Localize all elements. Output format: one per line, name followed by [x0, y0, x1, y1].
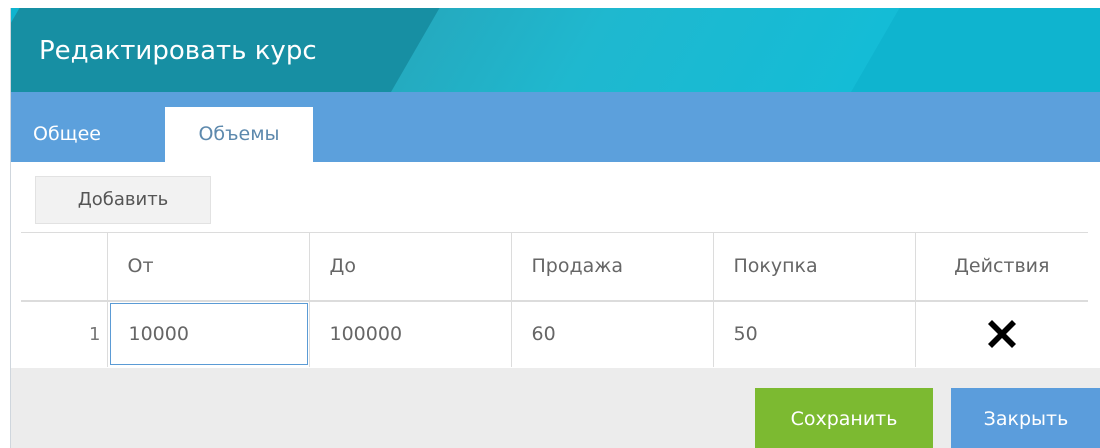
- add-button[interactable]: Добавить: [35, 176, 211, 224]
- close-button[interactable]: Закрыть: [951, 388, 1100, 448]
- tab-volumes[interactable]: Объемы: [165, 107, 313, 162]
- column-header-number: [21, 233, 107, 301]
- from-cell: [106, 300, 309, 367]
- column-header-actions: Действия: [914, 232, 1088, 301]
- tab-bar: Общее Объемы: [11, 92, 1100, 162]
- tab-general[interactable]: Общее: [11, 107, 123, 162]
- from-input[interactable]: [109, 303, 308, 365]
- column-header-buy: Покупка: [712, 232, 915, 301]
- delete-icon[interactable]: [986, 318, 1018, 350]
- to-cell[interactable]: 100000: [308, 300, 511, 367]
- column-header-from: От: [106, 232, 309, 301]
- column-header-sell: Продажа: [510, 232, 713, 301]
- dialog-footer: Сохранить Закрыть: [11, 368, 1100, 448]
- dialog-header: Редактировать курс: [11, 8, 1100, 92]
- buy-cell[interactable]: 50: [712, 300, 915, 367]
- header-decor-band: [371, 8, 900, 92]
- save-button[interactable]: Сохранить: [755, 388, 933, 448]
- volumes-table: От До Продажа Покупка Действия 1 100000 …: [21, 232, 1088, 367]
- sell-cell[interactable]: 60: [510, 300, 713, 367]
- table-row: 1 100000 60 50: [21, 300, 1088, 367]
- row-number: 1: [89, 323, 101, 345]
- actions-cell: [914, 300, 1088, 367]
- dialog-title: Редактировать курс: [39, 36, 317, 66]
- edit-course-dialog: Редактировать курс Общее Объемы Добавить…: [10, 8, 1100, 448]
- column-header-to: До: [308, 232, 511, 301]
- table-header-row: От До Продажа Покупка Действия: [21, 232, 1088, 301]
